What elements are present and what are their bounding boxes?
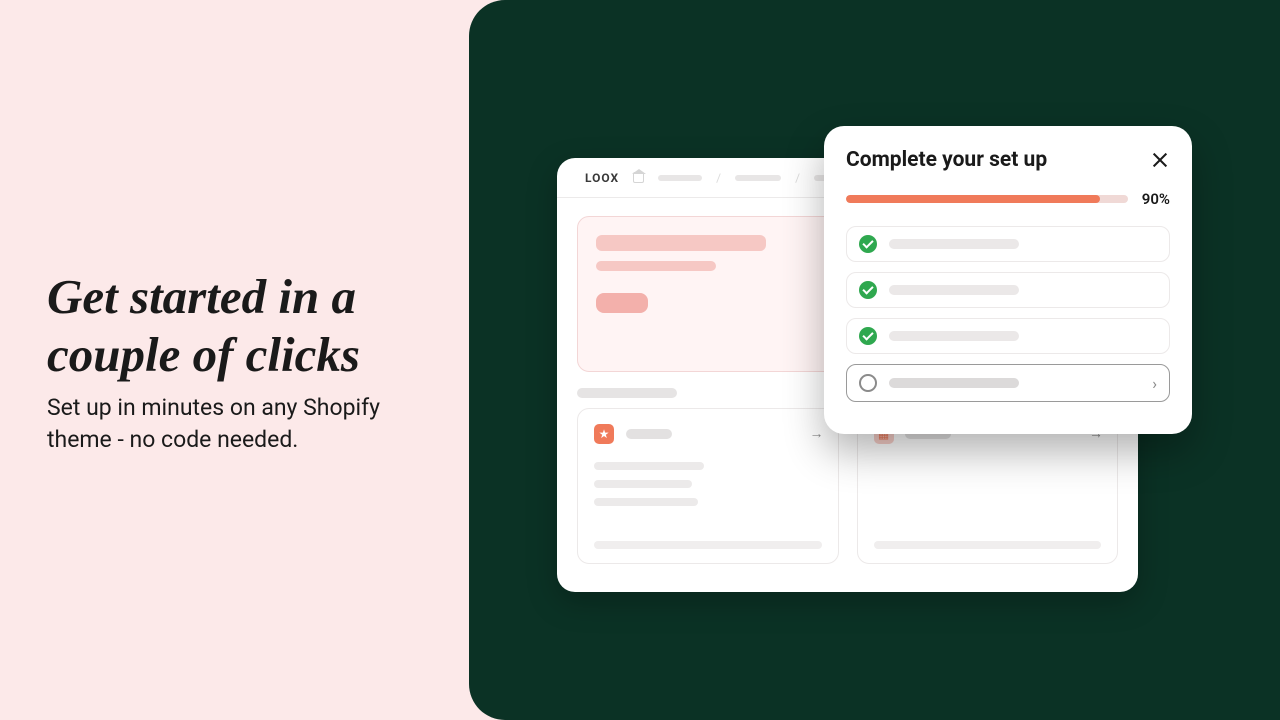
breadcrumb-separator: / [716,171,721,185]
skeleton-line [594,498,698,506]
setup-task-pending[interactable]: › [846,364,1170,402]
setup-popover: Complete your set up 90% › [824,126,1192,434]
skeleton-line [594,480,692,488]
breadcrumb-item [735,175,781,181]
check-circle-icon [859,281,877,299]
skeleton-line [596,235,766,251]
close-icon[interactable] [1150,150,1170,170]
skeleton-line [594,541,822,549]
skeleton-line [889,378,1019,388]
chevron-right-icon: › [1152,374,1157,393]
skeleton-line [594,462,704,470]
check-circle-icon [859,327,877,345]
skeleton-line [889,331,1019,341]
check-circle-icon [859,235,877,253]
popover-title: Complete your set up [846,148,1047,172]
progress-bar: 90% [846,190,1170,208]
brand-logo: LOOX [585,171,619,185]
breadcrumb-separator: / [795,171,800,185]
empty-circle-icon [859,374,877,392]
setup-task-done[interactable] [846,318,1170,354]
skeleton-line [596,261,716,271]
progress-fill [846,195,1100,203]
skeleton-button [596,293,648,313]
arrow-right-icon: → [810,425,824,442]
skeleton-line [626,429,672,439]
breadcrumb-item [658,175,702,181]
section-label-skeleton [577,388,677,398]
skeleton-line [874,541,1102,549]
marketing-subhead: Set up in minutes on any Shopify theme -… [47,392,407,456]
feature-card[interactable]: ★ → [577,408,839,564]
marketing-headline: Get started in a couple of clicks [47,268,427,384]
setup-task-done[interactable] [846,226,1170,262]
skeleton-line [889,239,1019,249]
setup-task-done[interactable] [846,272,1170,308]
star-icon: ★ [594,424,614,444]
home-icon [633,172,644,183]
skeleton-line [889,285,1019,295]
progress-percent: 90% [1142,190,1170,208]
